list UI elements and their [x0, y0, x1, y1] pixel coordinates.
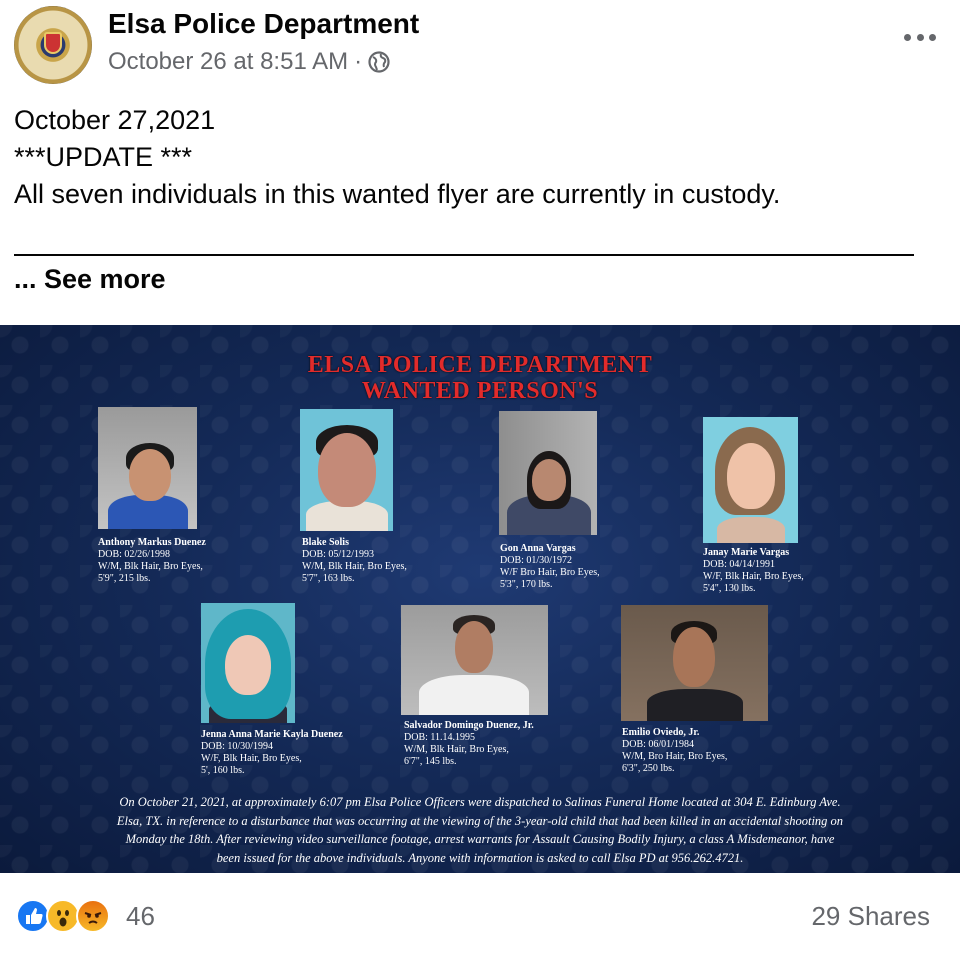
person-dob: DOB: 01/30/1972	[500, 555, 572, 566]
angry-icon	[76, 899, 110, 933]
globe-icon	[368, 51, 390, 73]
person-description: W/M, Bro Hair, Bro Eyes,	[622, 751, 728, 762]
person-caption: Anthony Markus Duenez DOB: 02/26/1998 W/…	[98, 537, 206, 585]
person-caption: Emilio Oviedo, Jr. DOB: 06/01/1984 W/M, …	[622, 727, 727, 775]
person-dob: DOB: 06/01/1984	[622, 739, 694, 750]
person-dob: DOB: 05/12/1993	[302, 549, 374, 560]
person-name: Gon Anna Vargas	[500, 543, 576, 554]
post-text: October 27,2021 ***UPDATE *** All seven …	[14, 102, 934, 213]
like-icon	[16, 899, 50, 933]
mugshot-photo	[499, 411, 597, 535]
see-more-link[interactable]: ... See more	[14, 264, 166, 295]
person-size: 5'4", 130 lbs.	[703, 583, 756, 594]
person-name: Janay Marie Vargas	[703, 547, 790, 558]
person-description: W/M, Blk Hair, Bro Eyes,	[404, 744, 509, 755]
post-text-line: October 27,2021	[14, 105, 216, 135]
mugshot-photo	[401, 605, 548, 715]
post-footer: 46 29 Shares	[0, 873, 960, 954]
flyer-subtitle: WANTED PERSON'S	[361, 378, 599, 404]
person-description: W/M, Blk Hair, Bro Eyes,	[98, 561, 203, 572]
post-meta: October 26 at 8:51 AM ·	[108, 48, 390, 76]
flyer-description-line: Monday the 18th. After reviewing video s…	[125, 832, 835, 846]
wow-icon	[46, 899, 80, 933]
text-divider	[14, 254, 914, 256]
person-description: W/F Bro Hair, Bro Eyes,	[500, 567, 600, 578]
person-caption: Jenna Anna Marie Kayla Duenez DOB: 10/30…	[201, 729, 343, 777]
person-dob: DOB: 04/14/1991	[703, 559, 775, 570]
flyer-description: On October 21, 2021, at approximately 6:…	[40, 793, 920, 867]
page-avatar[interactable]	[14, 6, 92, 84]
reactions-summary[interactable]: 46	[16, 899, 155, 933]
mugshot-photo	[201, 603, 295, 723]
reaction-count: 46	[126, 900, 155, 931]
badge-emblem-icon	[44, 32, 62, 54]
page-name-link[interactable]: Elsa Police Department	[108, 8, 419, 40]
flyer-description-line: Elsa, TX. in reference to a disturbance …	[116, 813, 844, 828]
person-description: W/F, Blk Hair, Bro Eyes,	[703, 571, 804, 582]
post-text-line: ***UPDATE ***	[14, 142, 193, 172]
person-name: Blake Solis	[302, 537, 349, 548]
person-size: 6'7", 145 lbs.	[404, 756, 457, 767]
person-name: Jenna Anna Marie Kayla Duenez	[201, 729, 343, 740]
meta-separator: ·	[354, 48, 363, 75]
person-size: 5'9", 215 lbs.	[98, 573, 151, 584]
person-caption: Gon Anna Vargas DOB: 01/30/1972 W/F Bro …	[500, 543, 600, 591]
person-caption: Salvador Domingo Duenez, Jr. DOB: 11.14.…	[404, 720, 534, 768]
person-caption: Blake Solis DOB: 05/12/1993 W/M, Blk Hai…	[302, 537, 407, 585]
post-text-line: All seven individuals in this wanted fly…	[14, 179, 781, 209]
person-name: Emilio Oviedo, Jr.	[622, 727, 700, 738]
person-size: 6'3", 250 lbs.	[622, 763, 675, 774]
person-size: 5'3", 170 lbs.	[500, 579, 553, 590]
more-options-icon[interactable]	[900, 22, 940, 52]
mugshot-photo	[300, 409, 393, 531]
post-header: Elsa Police Department October 26 at 8:5…	[0, 0, 960, 100]
person-description: W/M, Blk Hair, Bro Eyes,	[302, 561, 407, 572]
person-name: Anthony Markus Duenez	[98, 537, 206, 548]
person-size: 5', 160 lbs.	[201, 765, 245, 776]
mugshot-photo	[98, 407, 197, 529]
mugshot-photo	[621, 605, 768, 721]
person-description: W/F, Blk Hair, Bro Eyes,	[201, 753, 302, 764]
flyer-description-line: been issued for the above individuals. A…	[216, 850, 744, 865]
person-dob: DOB: 11.14.1995	[404, 732, 476, 743]
person-dob: DOB: 10/30/1994	[201, 741, 273, 752]
person-name: Salvador Domingo Duenez, Jr.	[404, 720, 534, 731]
flyer-title: ELSA POLICE DEPARTMENT	[307, 352, 653, 378]
mugshot-photo	[703, 417, 798, 543]
post-timestamp[interactable]: October 26 at 8:51 AM	[108, 48, 348, 76]
person-caption: Janay Marie Vargas DOB: 04/14/1991 W/F, …	[703, 547, 804, 595]
person-size: 5'7", 163 lbs.	[302, 573, 355, 584]
shares-count-link[interactable]: 29 Shares	[811, 901, 930, 932]
person-dob: DOB: 02/26/1998	[98, 549, 170, 560]
flyer-description-line: On October 21, 2021, at approximately 6:…	[119, 795, 841, 809]
wanted-flyer-image[interactable]: ELSA POLICE DEPARTMENT WANTED PERSON'S A…	[0, 325, 960, 873]
